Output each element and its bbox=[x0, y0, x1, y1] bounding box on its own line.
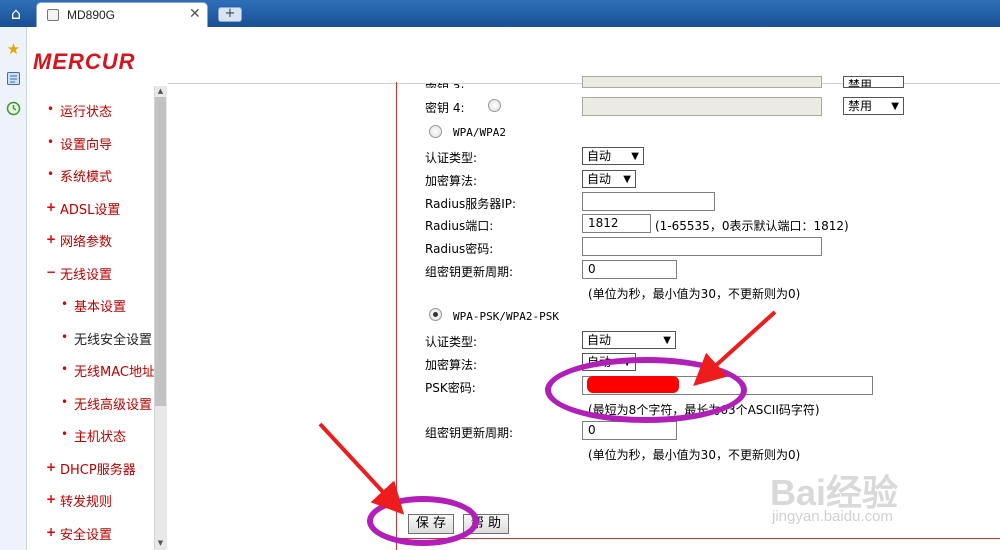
arrow-to-save bbox=[318, 422, 405, 515]
arrow-to-psk bbox=[693, 310, 777, 387]
annotation-arrows bbox=[318, 310, 777, 515]
